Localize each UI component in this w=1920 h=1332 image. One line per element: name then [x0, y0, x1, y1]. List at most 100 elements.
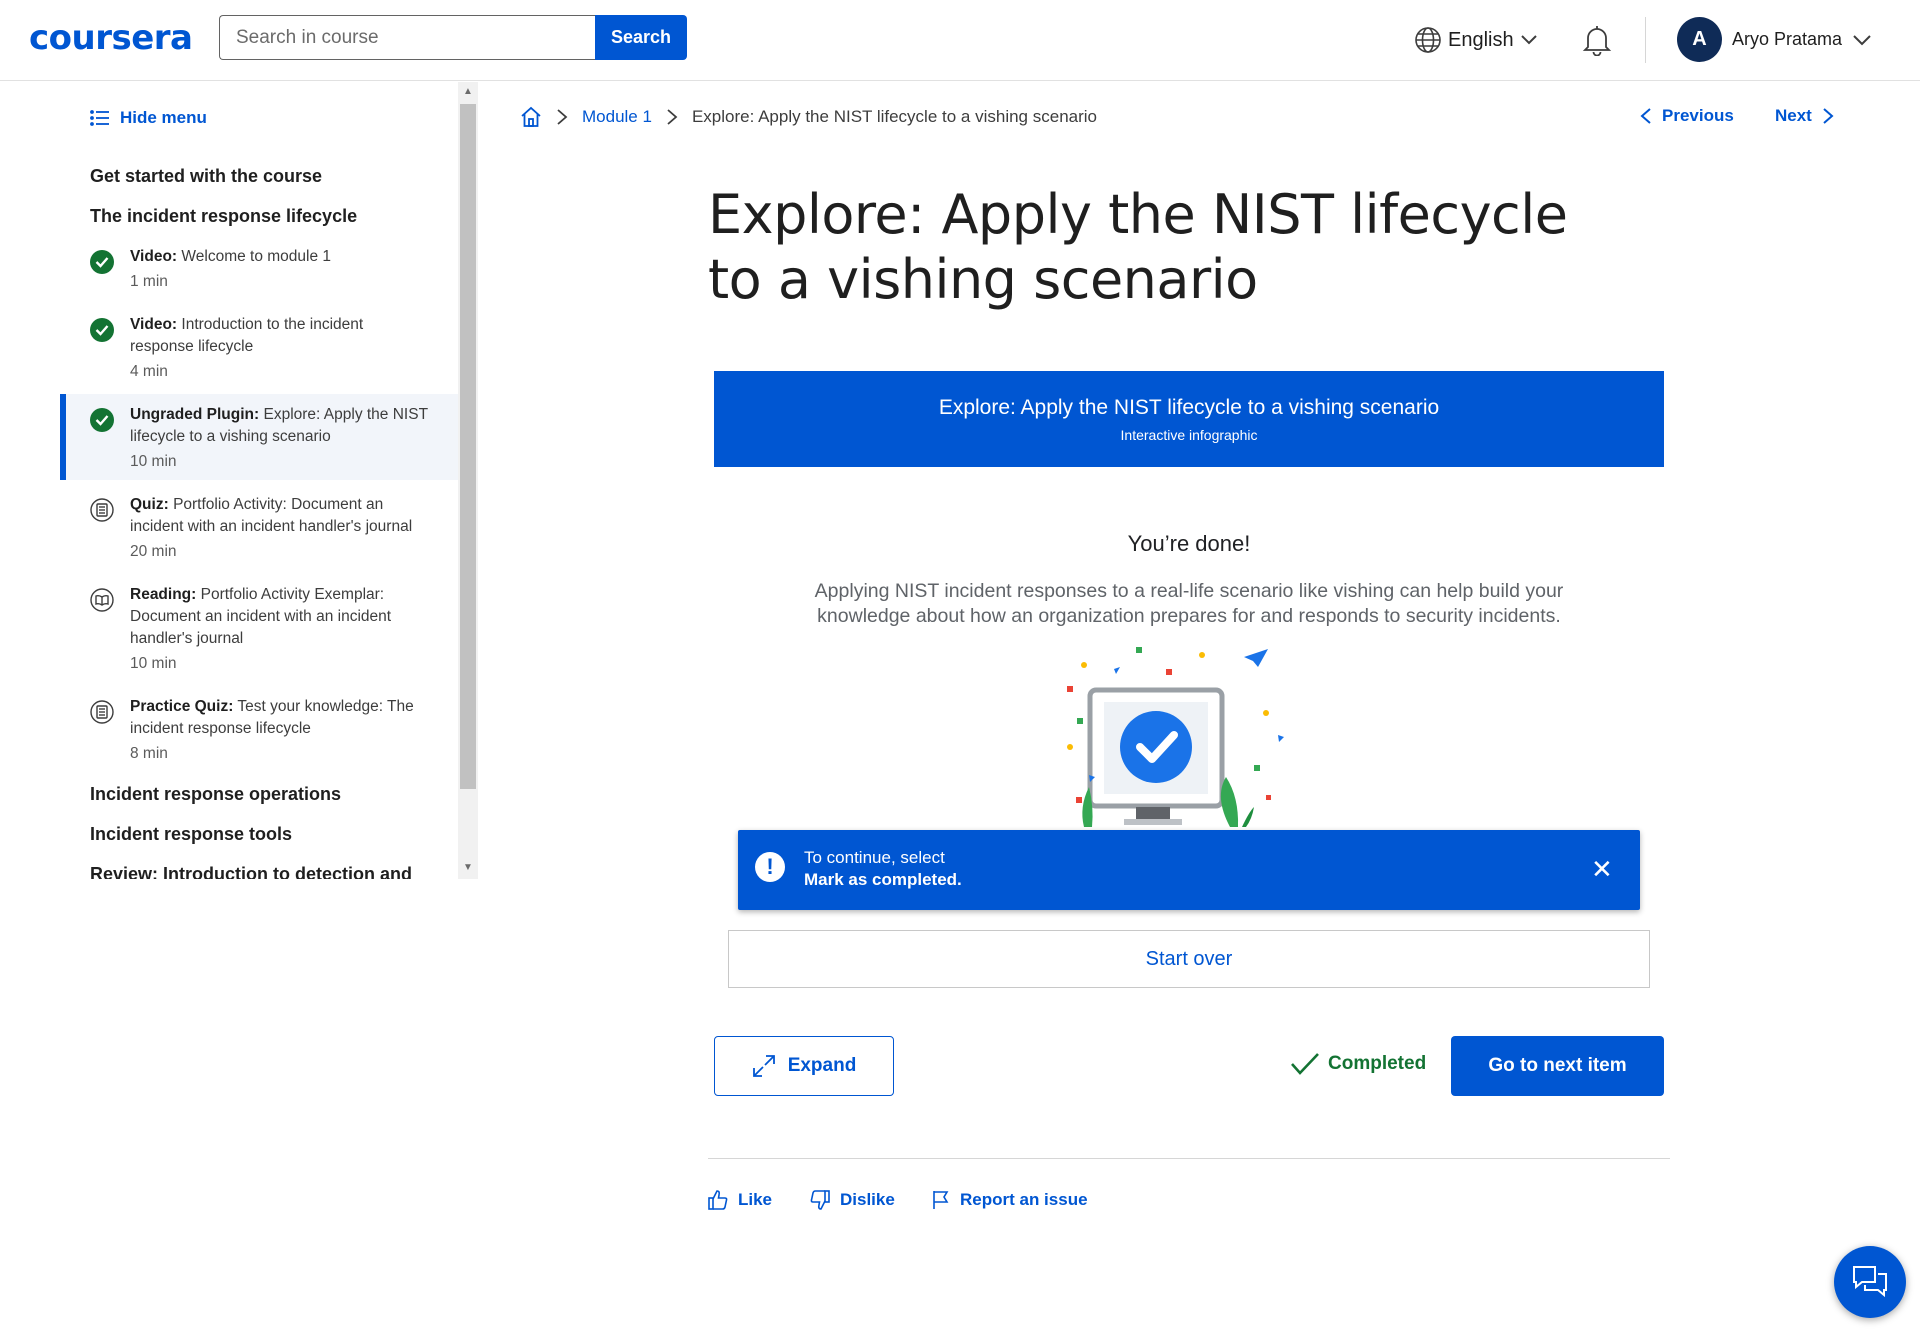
completed-check-icon [90, 250, 114, 274]
chevron-left-icon [1640, 108, 1651, 124]
section-operations[interactable]: Incident response operations [90, 784, 341, 805]
dislike-button[interactable]: Dislike [810, 1190, 895, 1210]
outline-item-video-intro[interactable]: Video: Introduction to the incident respo… [60, 314, 458, 383]
expand-label: Expand [787, 1055, 857, 1076]
item-duration: 1 min [130, 273, 168, 290]
course-outline-sidebar: Hide menu Get started with the course Th… [60, 82, 458, 879]
plugin-banner-subtitle: Interactive infographic [1120, 427, 1258, 443]
item-duration: 20 min [130, 543, 177, 560]
sidebar-scrollbar[interactable]: ▲ ▼ [458, 82, 478, 879]
plugin-banner-title: Explore: Apply the NIST lifecycle to a v… [938, 396, 1440, 419]
start-over-button[interactable]: Start over [728, 930, 1650, 988]
item-type: Video: [130, 248, 178, 265]
chevron-right-icon [667, 109, 678, 125]
home-icon[interactable] [520, 106, 542, 128]
like-label: Like [738, 1190, 773, 1209]
done-title: You’re done! [1127, 531, 1251, 556]
chevron-down-icon [1520, 35, 1537, 45]
alert-icon: ! [755, 852, 785, 882]
completion-illustration [1067, 647, 1284, 827]
scroll-up-arrow[interactable]: ▲ [463, 86, 473, 97]
section-get-started[interactable]: Get started with the course [90, 166, 322, 187]
completion-toast: ! To continue, select Mark as completed.… [738, 830, 1640, 910]
item-title-cont2: handler's journal [130, 630, 244, 647]
toast-message-bold: Mark as completed. [804, 870, 962, 889]
search-input[interactable] [219, 15, 595, 60]
dislike-label: Dislike [840, 1190, 895, 1209]
done-text: Applying NIST incident responses to a re… [814, 580, 1564, 627]
thumbs-up-icon [708, 1190, 728, 1210]
search-button[interactable]: Search [595, 15, 687, 60]
item-title-cont: incident response lifecycle [130, 720, 311, 737]
previous-label: Previous [1662, 106, 1734, 125]
like-button[interactable]: Like [708, 1190, 772, 1210]
user-menu[interactable]: A Aryo Pratama [1677, 17, 1872, 62]
outline-item-video-welcome[interactable]: Video: Welcome to module 1 1 min [60, 246, 458, 293]
item-duration: 4 min [130, 363, 168, 380]
page-title: Explore: Apply the NIST lifecycle to a v… [708, 183, 1568, 311]
plugin-banner: Explore: Apply the NIST lifecycle to a v… [714, 371, 1664, 467]
notifications-button[interactable] [1582, 24, 1612, 61]
item-type: Video: [130, 316, 178, 333]
chevron-down-icon [1853, 34, 1871, 45]
outline-item-practice-quiz[interactable]: Practice Quiz: Test your knowledge: The i… [60, 696, 458, 765]
checkmark-icon [1291, 1053, 1319, 1075]
item-title-cont: response lifecycle [130, 338, 254, 355]
close-icon[interactable]: ✕ [1591, 854, 1613, 885]
item-title: Welcome to module 1 [181, 248, 332, 265]
next-button[interactable]: Next [1775, 106, 1834, 126]
list-icon [90, 110, 109, 126]
completed-status: Completed [1290, 1052, 1426, 1076]
footer-divider [708, 1158, 1670, 1159]
expand-button[interactable]: Expand [714, 1036, 894, 1096]
top-header: coursera Search English A Aryo Pratama [0, 0, 1920, 81]
item-title-cont: incident with an incident handler's jour… [130, 518, 413, 535]
quiz-icon [90, 498, 114, 522]
item-type: Ungraded Plugin: [130, 406, 260, 423]
header-divider [1645, 17, 1646, 63]
language-label: English [1448, 28, 1514, 51]
next-label: Next [1775, 106, 1812, 125]
previous-button[interactable]: Previous [1640, 106, 1734, 126]
outline-item-plugin-active[interactable]: Ungraded Plugin: Explore: Apply the NIST… [60, 394, 458, 480]
flag-icon [933, 1191, 949, 1209]
section-incident-lifecycle[interactable]: The incident response lifecycle [90, 206, 357, 227]
item-type: Reading: [130, 586, 197, 603]
item-title: Portfolio Activity: Document an [173, 496, 384, 513]
item-title: Test your knowledge: The [237, 698, 414, 715]
completed-check-icon [90, 408, 114, 432]
breadcrumb: Module 1 Explore: Apply the NIST lifecyc… [520, 106, 1097, 128]
item-duration: 10 min [130, 655, 177, 672]
reading-book-icon [90, 588, 114, 612]
hide-menu-button[interactable]: Hide menu [90, 108, 207, 128]
section-review[interactable]: Review: Introduction to detection and [90, 864, 412, 879]
breadcrumb-current: Explore: Apply the NIST lifecycle to a v… [691, 107, 1097, 126]
avatar: A [1677, 17, 1722, 62]
completed-check-icon [90, 318, 114, 342]
item-title: Portfolio Activity Exemplar: [200, 586, 385, 603]
report-issue-button[interactable]: Report an issue [932, 1190, 1088, 1210]
bell-icon [1582, 26, 1612, 57]
course-search: Search [219, 15, 687, 60]
hide-menu-label: Hide menu [120, 108, 207, 127]
section-tools[interactable]: Incident response tools [90, 824, 292, 845]
item-title: Explore: Apply the NIST [263, 406, 429, 423]
breadcrumb-module-link[interactable]: Module 1 [582, 107, 652, 127]
chevron-right-icon [1823, 108, 1834, 124]
item-type: Quiz: [130, 496, 169, 513]
scroll-thumb[interactable] [460, 104, 476, 789]
chat-support-button[interactable] [1834, 1246, 1906, 1318]
item-type: Practice Quiz: [130, 698, 234, 715]
outline-item-reading-exemplar[interactable]: Reading: Portfolio Activity Exemplar: Doc… [60, 584, 458, 675]
item-title: Introduction to the incident [181, 316, 364, 333]
language-selector[interactable]: English [1414, 26, 1538, 54]
completed-label: Completed [1328, 1053, 1427, 1074]
chevron-right-icon [557, 109, 568, 125]
outline-item-quiz-portfolio[interactable]: Quiz: Portfolio Activity: Document an inc… [60, 494, 458, 563]
item-duration: 8 min [130, 745, 168, 762]
thumbs-down-icon [810, 1190, 830, 1210]
scroll-down-arrow[interactable]: ▼ [463, 862, 473, 873]
go-to-next-item-button[interactable]: Go to next item [1451, 1036, 1664, 1096]
coursera-logo[interactable]: coursera [29, 18, 193, 58]
item-title-cont: Document an incident with an incident [130, 608, 392, 625]
